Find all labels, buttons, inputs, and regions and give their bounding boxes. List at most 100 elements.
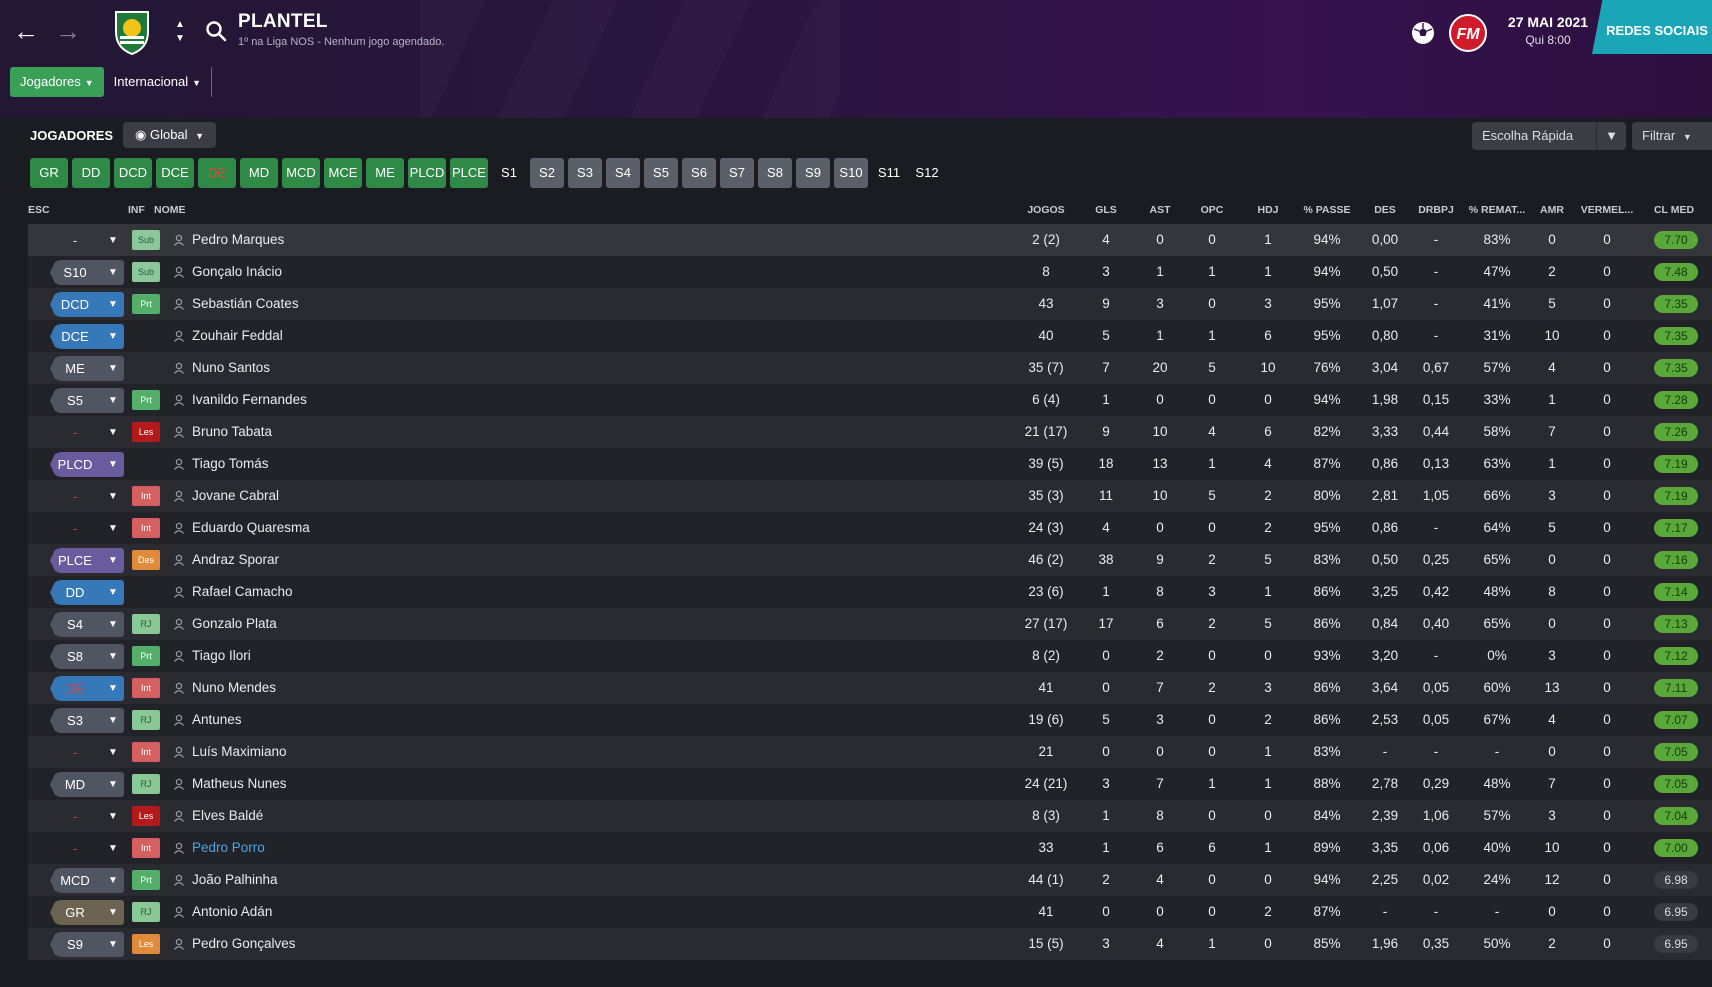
player-name[interactable]: Zouhair Feddal — [192, 320, 283, 352]
status-badge[interactable]: Sub — [132, 230, 160, 250]
table-row[interactable]: DCD ▼ Prt Sebastián Coates 43 9 3 0 3 95% 1,07 - 41%… — [28, 288, 1712, 320]
player-name[interactable]: Rafael Camacho — [192, 576, 293, 608]
table-row[interactable]: MCD ▼ Prt João Palhinha 44 (1) 2 4 0 0 94% 2,25 0,0… — [28, 864, 1712, 896]
table-row[interactable]: ME ▼ Nuno Santos 35 (7) 7 20 5 10 76% 3,04 0,67 57%… — [28, 352, 1712, 384]
position-selector[interactable]: S3 ▼ — [50, 708, 124, 733]
chevron-down-icon[interactable]: ▼ — [102, 388, 124, 413]
position-selector[interactable]: - ▼ — [50, 228, 124, 253]
social-media-button[interactable]: REDES SOCIAIS — [1592, 0, 1712, 54]
table-row[interactable]: DCE ▼ Zouhair Feddal 40 5 1 1 6 95% 0,80 - 31% 10 0 7.… — [28, 320, 1712, 352]
view-selector[interactable]: ◉ Global ▼ — [123, 122, 217, 148]
chevron-down-icon[interactable]: ▼ — [102, 292, 124, 317]
player-name[interactable]: Sebastián Coates — [192, 288, 299, 320]
status-badge[interactable]: Prt — [132, 870, 160, 890]
position-filter-s5[interactable]: S5 — [644, 158, 678, 188]
club-crest-icon[interactable] — [112, 6, 152, 56]
table-row[interactable]: S5 ▼ Prt Ivanildo Fernandes 6 (4) 1 0 0 0 94% 1,98… — [28, 384, 1712, 416]
position-filter-gr[interactable]: GR — [30, 158, 68, 188]
position-selector[interactable]: PLCD ▼ — [50, 452, 124, 477]
player-name[interactable]: João Palhinha — [192, 864, 278, 896]
table-row[interactable]: - ▼ Int Pedro Porro 33 1 6 6 1 89% 3,35 0,06 40% 10 0 7… — [28, 832, 1712, 864]
position-selector[interactable]: DD ▼ — [50, 580, 124, 605]
position-filter-mce[interactable]: MCE — [324, 158, 362, 188]
player-name[interactable]: Jovane Cabral — [192, 480, 279, 512]
player-name[interactable]: Tiago Tomás — [192, 448, 269, 480]
col-passe[interactable]: % PASSE — [1292, 204, 1362, 216]
status-badge[interactable]: Prt — [132, 646, 160, 666]
chevron-down-icon[interactable]: ▼ — [102, 324, 124, 349]
fm-logo[interactable]: FM — [1449, 14, 1487, 52]
table-row[interactable]: GR ▼ RJ Antonio Adán 41 0 0 0 2 87% - - - 0 0 6.95 — [28, 896, 1712, 928]
player-name[interactable]: Nuno Santos — [192, 352, 270, 384]
position-filter-s12[interactable]: S12 — [910, 158, 944, 188]
position-filter-dd[interactable]: DD — [72, 158, 110, 188]
col-gls[interactable]: GLS — [1086, 204, 1126, 216]
tab-players[interactable]: Jogadores ▼ — [10, 67, 104, 97]
player-name[interactable]: Ivanildo Fernandes — [192, 384, 307, 416]
position-selector[interactable]: DE ▼ — [50, 676, 124, 701]
chevron-down-icon[interactable]: ▼ — [102, 772, 124, 797]
table-row[interactable]: DD ▼ Rafael Camacho 23 (6) 1 8 3 1 86% 3,25 0,42 48… — [28, 576, 1712, 608]
position-selector[interactable]: S4 ▼ — [50, 612, 124, 637]
table-row[interactable]: PLCE ▼ Des Andraz Sporar 46 (2) 38 9 2 5 83% 0,50 0… — [28, 544, 1712, 576]
position-selector[interactable]: - ▼ — [50, 804, 124, 829]
position-selector[interactable]: ME ▼ — [50, 356, 124, 381]
player-name[interactable]: Tiago Ilori — [192, 640, 251, 672]
position-filter-s6[interactable]: S6 — [682, 158, 716, 188]
position-filter-dcd[interactable]: DCD — [114, 158, 152, 188]
table-row[interactable]: S3 ▼ RJ Antunes 19 (6) 5 3 0 2 86% 2,53 0,05 67% 4 0 7.… — [28, 704, 1712, 736]
status-badge[interactable]: Int — [132, 486, 160, 506]
table-row[interactable]: - ▼ Int Luís Maximiano 21 0 0 0 1 83% - - -0 0 7.05 — [28, 736, 1712, 768]
position-filter-s7[interactable]: S7 — [720, 158, 754, 188]
position-selector[interactable]: PLCE ▼ — [50, 548, 124, 573]
status-badge[interactable]: Prt — [132, 390, 160, 410]
quick-pick-button[interactable]: Escolha Rápida ▼ — [1472, 122, 1626, 150]
position-filter-plcd[interactable]: PLCD — [408, 158, 446, 188]
player-name[interactable]: Gonçalo Inácio — [192, 256, 282, 288]
col-amr[interactable]: AMR — [1532, 204, 1572, 216]
status-badge[interactable]: Int — [132, 838, 160, 858]
chevron-down-icon[interactable]: ▼ — [102, 612, 124, 637]
chevron-down-icon[interactable]: ▼ — [102, 548, 124, 573]
forward-arrow-icon[interactable]: → — [54, 18, 82, 46]
position-filter-s9[interactable]: S9 — [796, 158, 830, 188]
status-badge[interactable]: Int — [132, 742, 160, 762]
status-badge[interactable]: Prt — [132, 294, 160, 314]
position-selector[interactable]: - ▼ — [50, 484, 124, 509]
table-row[interactable]: S4 ▼ RJ Gonzalo Plata 27 (17) 17 6 2 5 86% 0,84 0,4… — [28, 608, 1712, 640]
chevron-down-icon[interactable]: ▼ — [102, 804, 124, 829]
col-jogos[interactable]: JOGOS — [1016, 204, 1076, 216]
position-selector[interactable]: - ▼ — [50, 836, 124, 861]
status-badge[interactable]: Int — [132, 678, 160, 698]
chevron-down-icon[interactable]: ▼ — [102, 420, 124, 445]
chevron-down-icon[interactable]: ▼ — [102, 836, 124, 861]
table-row[interactable]: - ▼ Les Bruno Tabata 21 (17) 9 10 4 6 82% 3,33 0,44… — [28, 416, 1712, 448]
table-row[interactable]: S9 ▼ Les Pedro Gonçalves 15 (5) 3 4 1 0 85% 1,96 0,… — [28, 928, 1712, 960]
position-filter-md[interactable]: MD — [240, 158, 278, 188]
player-name[interactable]: Pedro Porro — [192, 832, 265, 864]
position-selector[interactable]: S5 ▼ — [50, 388, 124, 413]
player-name[interactable]: Pedro Gonçalves — [192, 928, 296, 960]
table-row[interactable]: S8 ▼ Prt Tiago Ilori 8 (2) 0 2 0 0 93% 3,20 - 0% 3 0 7.… — [28, 640, 1712, 672]
chevron-down-icon[interactable]: ▼ — [102, 900, 124, 925]
status-badge[interactable]: RJ — [132, 614, 160, 634]
chevron-down-icon[interactable]: ▼ — [102, 708, 124, 733]
position-selector[interactable]: DCE ▼ — [50, 324, 124, 349]
player-name[interactable]: Bruno Tabata — [192, 416, 272, 448]
position-filter-mcd[interactable]: MCD — [282, 158, 320, 188]
position-selector[interactable]: S10 ▼ — [50, 260, 124, 285]
player-name[interactable]: Elves Baldé — [192, 800, 263, 832]
chevron-down-icon[interactable]: ▼ — [102, 228, 124, 253]
table-row[interactable]: - ▼ Sub Pedro Marques 2 (2) 4 0 0 1 94% 0,00-83% 0 0… — [28, 224, 1712, 256]
col-drbpj[interactable]: DRBPJ — [1410, 204, 1462, 216]
col-remat[interactable]: % REMAT... — [1460, 204, 1534, 216]
player-name[interactable]: Antunes — [192, 704, 242, 736]
position-filter-plce[interactable]: PLCE — [450, 158, 488, 188]
chevron-down-icon[interactable]: ▼ — [1596, 122, 1626, 150]
position-filter-s1[interactable]: S1 — [492, 158, 526, 188]
col-opc[interactable]: OPC — [1190, 204, 1234, 216]
position-selector[interactable]: GR ▼ — [50, 900, 124, 925]
status-badge[interactable]: Les — [132, 934, 160, 954]
chevron-down-icon[interactable]: ▼ — [102, 868, 124, 893]
position-filter-s10[interactable]: S10 — [834, 158, 868, 188]
